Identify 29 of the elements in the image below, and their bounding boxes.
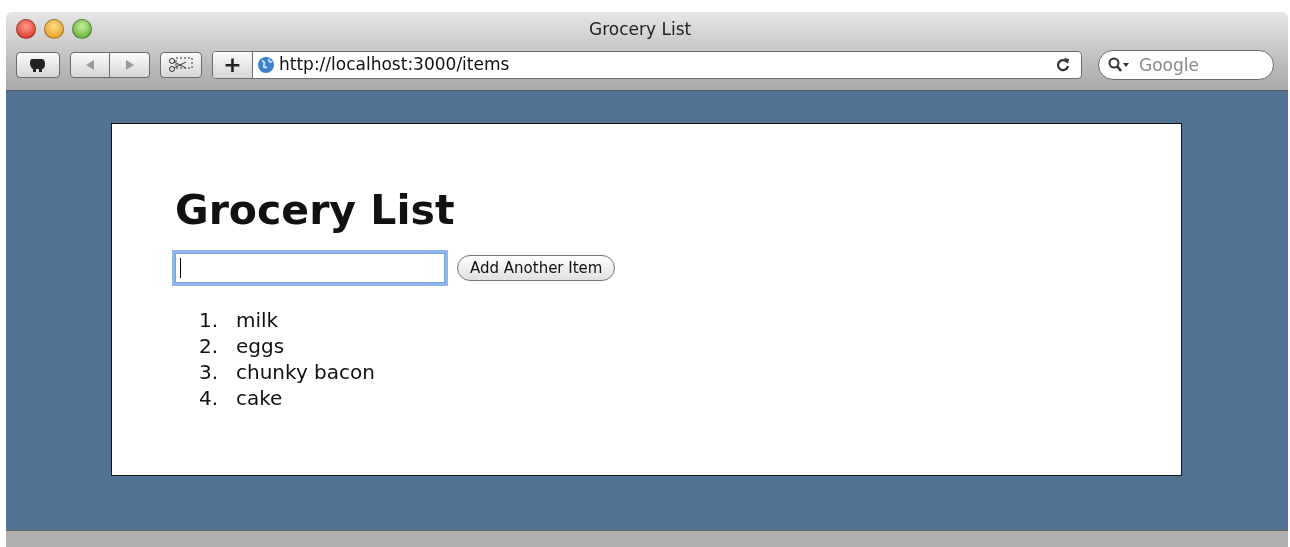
close-button[interactable] (16, 18, 36, 39)
list-item: eggs (236, 333, 285, 359)
snippet-button[interactable] (160, 52, 202, 78)
add-bookmark-button[interactable]: + (213, 52, 253, 78)
elephant-button[interactable] (16, 52, 60, 78)
item-input-field[interactable] (175, 253, 445, 283)
search-icon (1108, 57, 1130, 73)
address-text: http://localhost:3000/items (279, 53, 511, 77)
address-bar[interactable]: + http://localhost:3000/items (212, 51, 1082, 79)
forward-button[interactable] (110, 52, 150, 78)
list-item: milk (236, 307, 279, 333)
add-item-button[interactable]: Add Another Item (457, 255, 616, 281)
scissors-icon (168, 56, 194, 74)
search-field[interactable]: Google (1098, 50, 1274, 80)
page-heading: Grocery List (175, 185, 456, 236)
list-number: 3. (199, 359, 220, 385)
zoom-button[interactable] (72, 18, 92, 39)
reload-icon[interactable] (1055, 57, 1071, 73)
list-item: cake (236, 385, 283, 411)
forward-icon (124, 59, 135, 71)
list-number: 2. (199, 333, 220, 359)
minimize-button[interactable] (44, 18, 64, 39)
list-number: 1. (199, 307, 220, 333)
list-item: chunky bacon (236, 359, 375, 385)
back-icon (85, 59, 95, 71)
back-button[interactable] (70, 52, 110, 78)
window-title: Grocery List (589, 18, 692, 41)
list-number: 4. (199, 385, 220, 411)
text-cursor (180, 258, 181, 278)
